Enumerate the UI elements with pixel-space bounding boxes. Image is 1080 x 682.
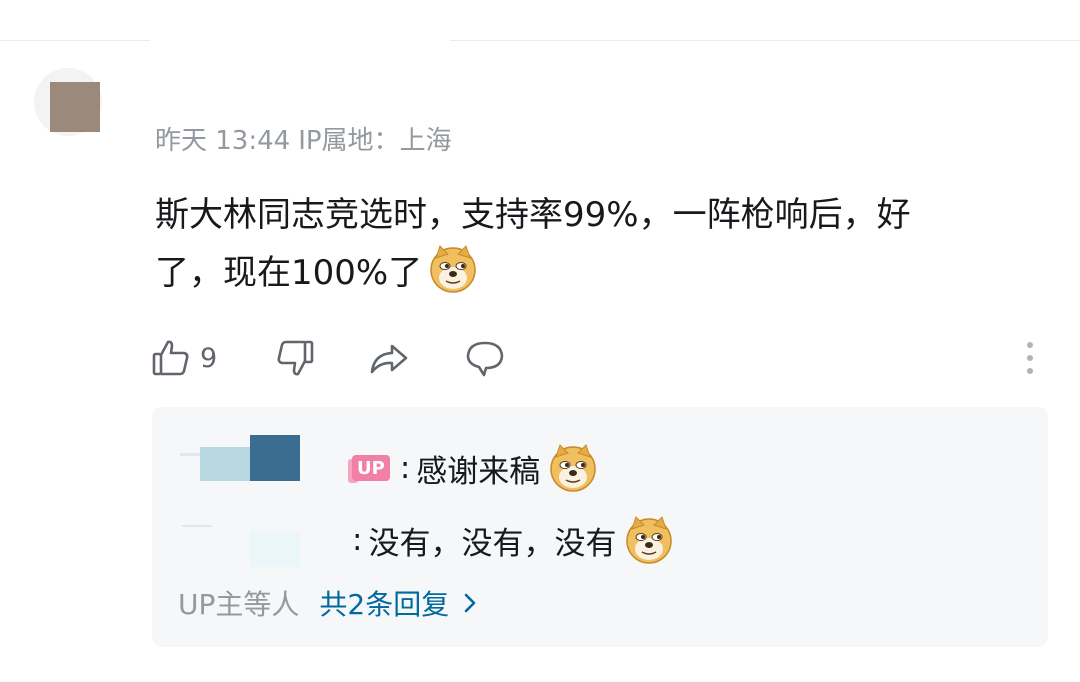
doge-emoji-icon bbox=[430, 245, 476, 293]
reply-item[interactable]: UP : 感谢来稿 bbox=[352, 443, 598, 493]
ip-label: IP属地： bbox=[298, 125, 400, 156]
doge-emoji-icon bbox=[550, 444, 597, 492]
reply-item[interactable]: : 没有，没有，没有 bbox=[352, 515, 674, 565]
reply-text: 没有，没有，没有 bbox=[368, 525, 617, 562]
username-mask bbox=[250, 531, 300, 567]
up-badge: UP bbox=[352, 455, 390, 481]
comment-time: 昨天 13:44 bbox=[155, 125, 291, 156]
reply-separator: : bbox=[399, 450, 411, 486]
ip-location: 上海 bbox=[399, 125, 452, 156]
more-replies: UP主等人 共2条回复 bbox=[178, 583, 477, 623]
more-dot-icon bbox=[1027, 342, 1033, 348]
reply-participants: UP主等人 bbox=[178, 588, 300, 621]
doge-emoji-icon bbox=[626, 516, 673, 564]
top-smudge bbox=[150, 30, 450, 44]
comment-meta: 昨天 13:44 IP属地： 上海 bbox=[155, 120, 452, 156]
like-button[interactable]: 9 bbox=[150, 332, 217, 384]
thumb-up-icon bbox=[152, 340, 189, 376]
comment-text-line-2: 了，现在100%了 bbox=[155, 253, 423, 293]
comment-content: 斯大林同志竞选时，支持率99%，一阵枪响后，好 了，现在100%了 bbox=[155, 186, 1035, 302]
comment-text-line-1: 斯大林同志竞选时，支持率99%，一阵枪响后，好 bbox=[155, 195, 911, 235]
share-button[interactable] bbox=[368, 332, 410, 384]
username-mask bbox=[200, 447, 250, 481]
reply-section: UP : 感谢来稿 : 没有，没有，没有 UP主等人 共2条回复 bbox=[152, 407, 1048, 647]
reply-button[interactable] bbox=[464, 332, 506, 384]
reply-text: 感谢来稿 bbox=[416, 453, 541, 490]
comment-text-line-2-wrap: 了，现在100%了 bbox=[155, 244, 1035, 302]
chevron-right-icon[interactable] bbox=[463, 592, 477, 614]
avatar-mask bbox=[50, 82, 100, 132]
comment-icon bbox=[466, 341, 504, 377]
reply-separator: : bbox=[352, 522, 363, 558]
username-mask bbox=[250, 435, 300, 481]
more-options-button[interactable] bbox=[1010, 338, 1050, 378]
like-count: 9 bbox=[200, 342, 218, 374]
username-mask bbox=[182, 525, 212, 527]
share-icon bbox=[370, 344, 408, 374]
view-replies-link[interactable]: 共2条回复 bbox=[319, 583, 449, 623]
dislike-button[interactable] bbox=[274, 332, 316, 384]
comment-actions: 9 bbox=[150, 332, 1050, 384]
thumb-down-icon bbox=[277, 340, 314, 376]
more-dot-icon bbox=[1027, 355, 1033, 361]
more-dot-icon bbox=[1027, 368, 1033, 374]
